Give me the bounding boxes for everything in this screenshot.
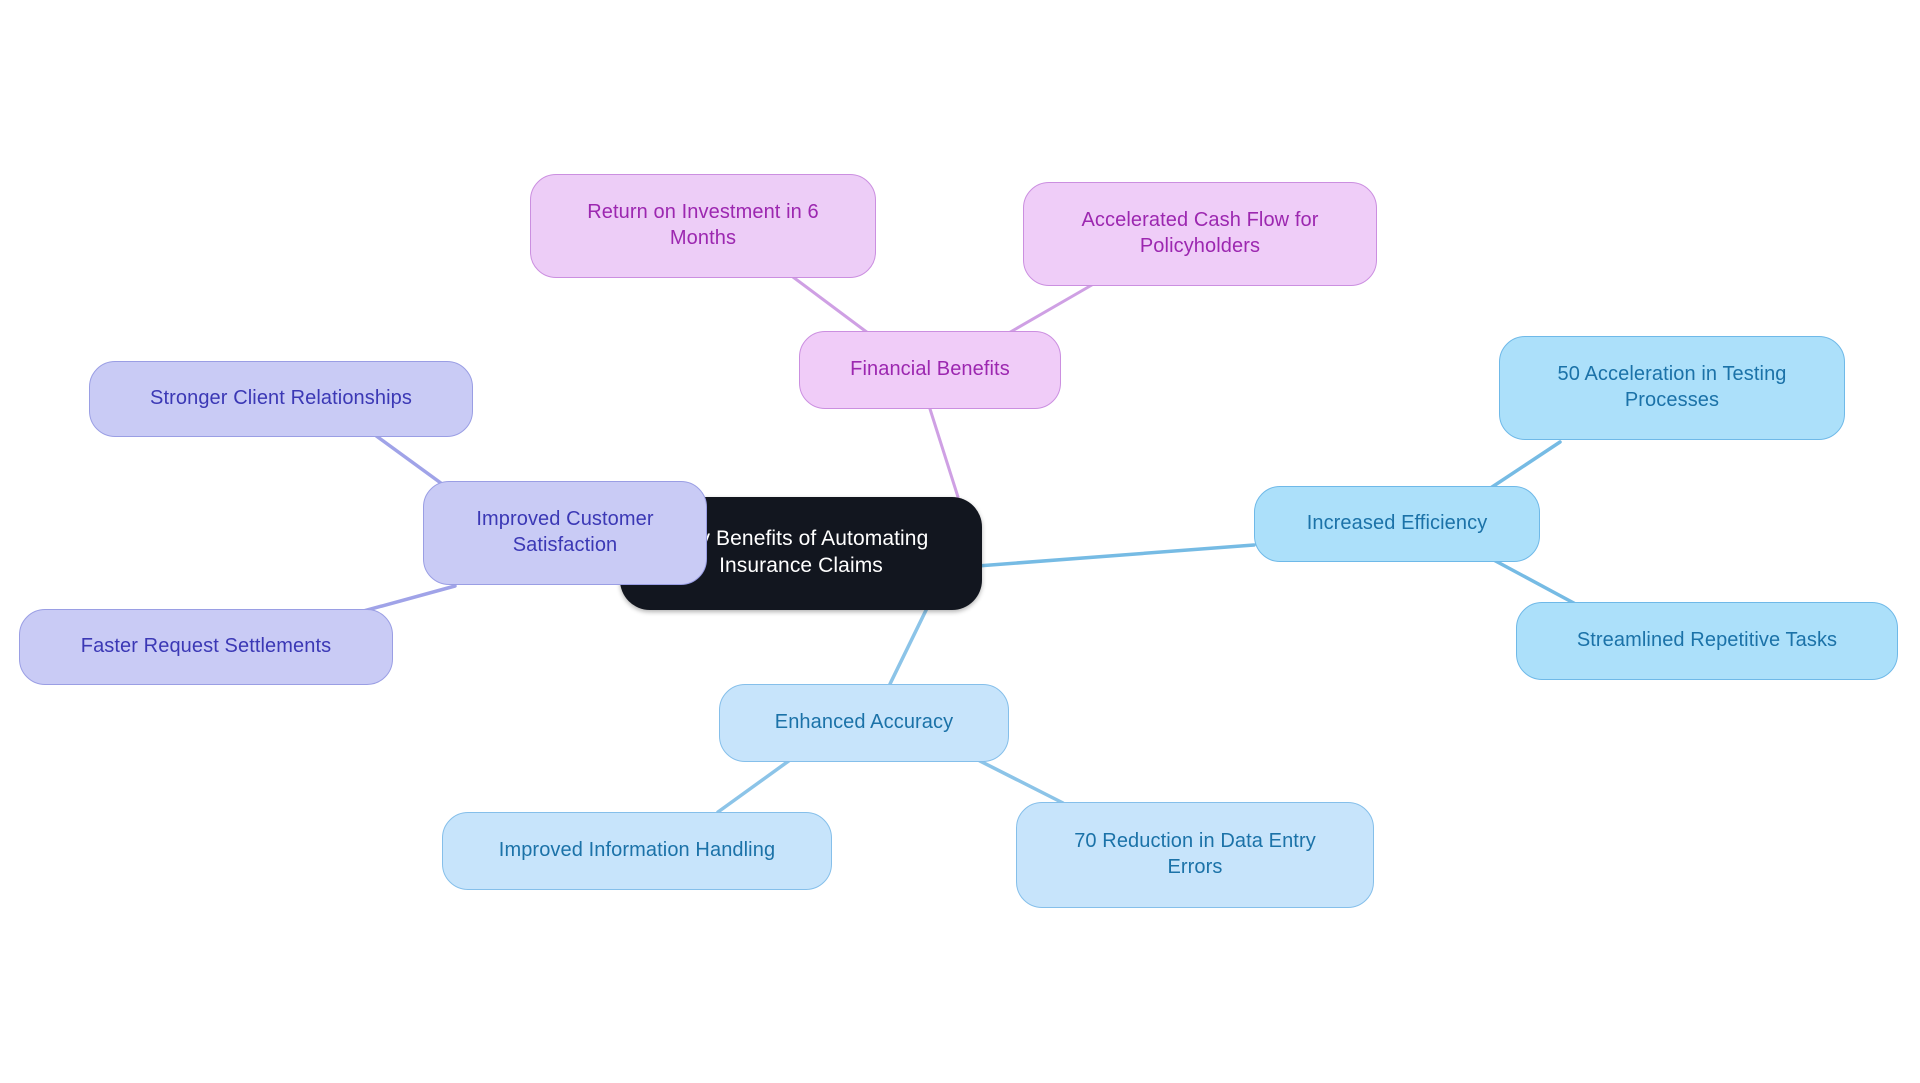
node-increased-efficiency[interactable]: Increased Efficiency — [1254, 486, 1540, 562]
node-streamlined-repetitive-tasks[interactable]: Streamlined Repetitive Tasks — [1516, 602, 1898, 680]
edge-financial-cashflow — [998, 280, 1099, 340]
node-return-on-investment[interactable]: Return on Investment in 6 Months — [530, 174, 876, 278]
edge-efficiency-streamlined — [1488, 556, 1585, 610]
node-enhanced-accuracy[interactable]: Enhanced Accuracy — [719, 684, 1009, 762]
edge-accuracy-reduction — [976, 758, 1065, 805]
node-acceleration-in-testing[interactable]: 50 Acceleration in Testing Processes — [1499, 336, 1845, 440]
node-financial-benefits[interactable]: Financial Benefits — [799, 331, 1061, 409]
node-improved-information-handling[interactable]: Improved Information Handling — [442, 812, 832, 890]
node-reduction-in-data-entry-errors[interactable]: 70 Reduction in Data Entry Errors — [1016, 802, 1374, 908]
edge-accuracy-handling — [716, 758, 792, 814]
edge-root-efficiency — [949, 543, 1256, 570]
node-improved-customer-satisfaction[interactable]: Improved Customer Satisfaction — [423, 481, 707, 585]
edge-root-financial — [928, 407, 960, 499]
node-faster-request-settlements[interactable]: Faster Request Settlements — [19, 609, 393, 685]
node-accelerated-cash-flow[interactable]: Accelerated Cash Flow for Policyholders — [1023, 182, 1377, 286]
edge-root-accuracy — [888, 600, 932, 686]
edge-customer-faster — [358, 584, 457, 614]
mind-map-canvas: Key Benefits of Automating Insurance Cla… — [0, 0, 1920, 1083]
node-stronger-client-relationships[interactable]: Stronger Client Relationships — [89, 361, 473, 437]
